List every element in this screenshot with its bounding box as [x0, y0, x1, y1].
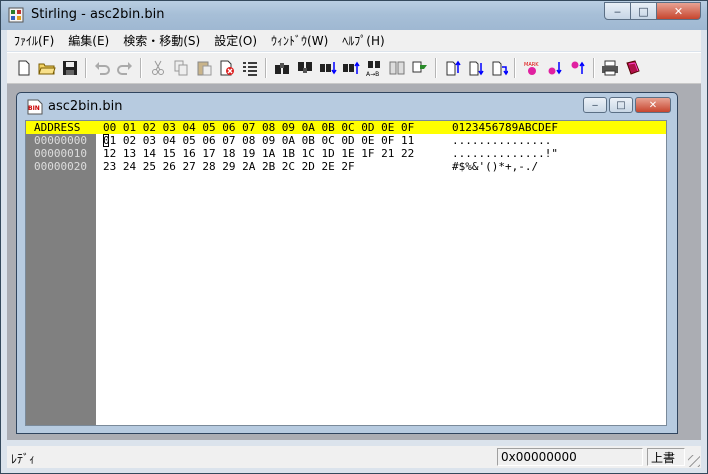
replace-button[interactable]: A→B — [364, 58, 384, 78]
row-address: 00000000 — [34, 134, 87, 147]
copy-button[interactable] — [171, 58, 191, 78]
binoculars-up-icon — [343, 61, 360, 74]
window-title: Stirling - asc2bin.bin — [31, 7, 165, 22]
save-button[interactable] — [60, 58, 80, 78]
compare-icon — [389, 61, 405, 75]
row-ascii[interactable]: ..............!" — [452, 147, 558, 160]
binoculars-icon — [275, 63, 289, 74]
binoculars-replace-icon: A→B — [366, 61, 380, 77]
scissors-icon — [152, 60, 164, 75]
menu-edit[interactable]: 編集(E) — [61, 32, 116, 49]
mdi-workspace: BIN asc2bin.bin ‒ □ ✕ ADDRESS 00 01 02 0… — [7, 84, 701, 440]
find-up-button[interactable] — [341, 58, 361, 78]
app-window: Stirling - asc2bin.bin ‒ □ ✕ ﾌｧｲﾙ(F) 編集(… — [0, 0, 708, 474]
go-top-button[interactable] — [443, 58, 463, 78]
menu-window[interactable]: ｳｨﾝﾄﾞｳ(W) — [264, 32, 335, 49]
doc-maximize-button[interactable]: □ — [609, 97, 633, 113]
book-icon — [626, 60, 640, 75]
status-text: ﾚﾃﾞｨ — [11, 452, 36, 466]
svg-text:BIN: BIN — [28, 105, 40, 112]
new-file-icon — [18, 60, 30, 76]
document-title: asc2bin.bin — [48, 99, 123, 114]
menu-search[interactable]: 検索・移動(S) — [116, 32, 207, 49]
row-ascii[interactable]: #$%&'()*+,-./ — [452, 160, 538, 173]
stirling-app-icon — [8, 7, 24, 23]
text-cursor — [103, 134, 109, 147]
hex-row[interactable]: 00000010 12 13 14 15 16 17 18 19 1A 1B 1… — [26, 147, 666, 160]
document-window: BIN asc2bin.bin ‒ □ ✕ ADDRESS 00 01 02 0… — [16, 92, 678, 434]
row-hex[interactable]: 12 13 14 15 16 17 18 19 1A 1B 1C 1D 1E 1… — [103, 147, 414, 160]
page-down-icon — [469, 61, 484, 76]
status-bar: ﾚﾃﾞｨ 0x00000000 上書 — [7, 446, 701, 468]
row-address: 00000020 — [34, 160, 87, 173]
minimize-button[interactable]: ‒ — [604, 2, 631, 20]
header-address: ADDRESS — [34, 121, 81, 134]
book-button[interactable] — [623, 58, 643, 78]
compare-button[interactable] — [387, 58, 407, 78]
menu-file[interactable]: ﾌｧｲﾙ(F) — [7, 32, 61, 49]
cut-button[interactable] — [148, 58, 168, 78]
hex-row[interactable]: 00000000 01 02 03 04 05 06 07 08 09 0A 0… — [26, 134, 666, 147]
mark-next-button[interactable] — [545, 58, 565, 78]
open-file-button[interactable] — [37, 58, 57, 78]
row-hex[interactable]: 01 02 03 04 05 06 07 08 09 0A 0B 0C 0D 0… — [103, 134, 414, 147]
binoculars-flip-icon — [298, 62, 312, 73]
row-hex[interactable]: 23 24 25 26 27 28 29 2A 2B 2C 2D 2E 2F — [103, 160, 355, 173]
printer-icon — [602, 60, 618, 76]
redo-icon — [117, 62, 132, 75]
save-disk-icon — [63, 61, 77, 75]
delete-button[interactable] — [217, 58, 237, 78]
page-up-icon — [446, 60, 461, 76]
clipboard-icon — [197, 61, 212, 76]
mark-prev-icon — [571, 61, 585, 74]
menu-settings[interactable]: 設定(O) — [207, 32, 264, 49]
resize-grip[interactable] — [688, 455, 700, 467]
maximize-button[interactable]: □ — [631, 2, 657, 20]
row-address: 00000010 — [34, 147, 87, 160]
paste-button[interactable] — [194, 58, 214, 78]
jump-icon — [412, 61, 427, 73]
hex-editor[interactable]: ADDRESS 00 01 02 03 04 05 06 07 08 09 0A… — [25, 120, 667, 426]
svg-text:A→B: A→B — [366, 71, 379, 77]
column-header: ADDRESS 00 01 02 03 04 05 06 07 08 09 0A… — [26, 121, 666, 134]
open-folder-icon — [38, 63, 56, 75]
mark-next-icon — [548, 62, 562, 75]
jump-button[interactable] — [410, 58, 430, 78]
header-ascii: 0123456789ABCDEF — [452, 121, 558, 134]
list-button[interactable] — [240, 58, 260, 78]
toolbar: A→B MARK — [7, 52, 701, 84]
mark-button[interactable]: MARK — [522, 58, 542, 78]
delete-file-icon — [220, 60, 234, 76]
find-down-button[interactable] — [318, 58, 338, 78]
new-file-button[interactable] — [14, 58, 34, 78]
find-next-button[interactable] — [295, 58, 315, 78]
undo-button[interactable] — [92, 58, 112, 78]
bin-file-icon: BIN — [27, 99, 43, 115]
status-mode: 上書 — [647, 448, 685, 466]
document-title-bar[interactable]: BIN asc2bin.bin ‒ □ ✕ — [17, 93, 677, 119]
close-button[interactable]: ✕ — [657, 2, 701, 20]
hex-row[interactable]: 00000020 23 24 25 26 27 28 29 2A 2B 2C 2… — [26, 160, 666, 173]
list-icon — [243, 62, 257, 76]
mark-prev-button[interactable] — [568, 58, 588, 78]
title-bar[interactable]: Stirling - asc2bin.bin ‒ □ ✕ — [1, 1, 707, 30]
mark-icon: MARK — [524, 62, 539, 75]
header-hex: 00 01 02 03 04 05 06 07 08 09 0A 0B 0C 0… — [103, 121, 415, 134]
status-offset: 0x00000000 — [497, 448, 643, 466]
menu-help[interactable]: ﾍﾙﾌﾟ(H) — [335, 32, 391, 49]
doc-minimize-button[interactable]: ‒ — [583, 97, 607, 113]
go-bottom-button[interactable] — [466, 58, 486, 78]
copy-icon — [174, 60, 188, 76]
doc-close-button[interactable]: ✕ — [635, 97, 671, 113]
go-next-button[interactable] — [489, 58, 509, 78]
row-ascii[interactable]: ............... — [452, 134, 551, 147]
print-button[interactable] — [600, 58, 620, 78]
page-next-icon — [492, 61, 508, 76]
undo-icon — [95, 62, 110, 75]
address-column — [26, 133, 96, 425]
menu-bar: ﾌｧｲﾙ(F) 編集(E) 検索・移動(S) 設定(O) ｳｨﾝﾄﾞｳ(W) ﾍ… — [7, 30, 701, 51]
redo-button[interactable] — [115, 58, 135, 78]
binoculars-down-icon — [320, 62, 337, 75]
find-button[interactable] — [272, 58, 292, 78]
